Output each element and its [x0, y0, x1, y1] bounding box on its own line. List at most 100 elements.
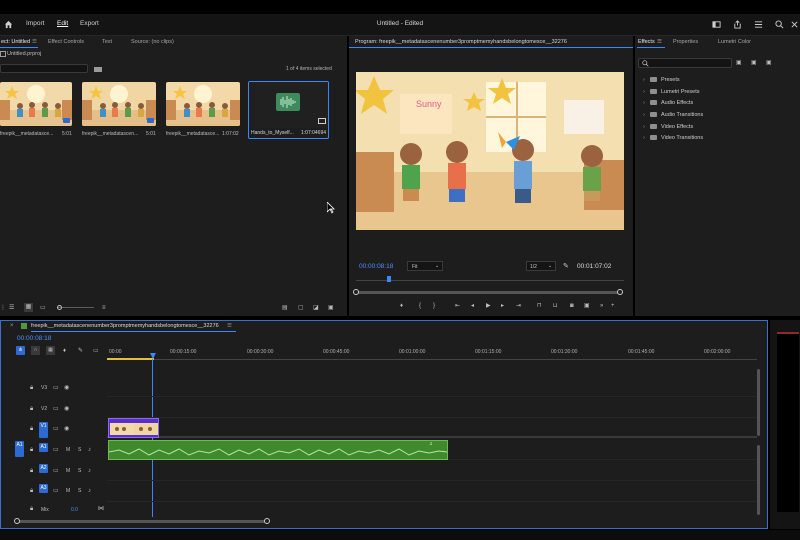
resolution-dropdown[interactable]: 1/2 ⌄ [526, 261, 556, 271]
settings-list-icon[interactable] [754, 20, 763, 29]
microphone-icon[interactable]: ♪ [88, 446, 91, 454]
eye-icon[interactable]: ◉ [64, 425, 69, 433]
accelerated-effects-icon[interactable]: ▣ [736, 59, 742, 67]
tab-project[interactable]: ect: Untitled [1, 39, 30, 45]
mark-out-icon[interactable]: } [433, 302, 435, 310]
track-label-v1[interactable]: V1 [39, 422, 48, 438]
trash-icon[interactable]: ▣ [328, 304, 334, 312]
camera-icon[interactable]: ◙ [570, 302, 574, 310]
sync-lock-icon[interactable]: ▭ [53, 446, 59, 454]
track-v2[interactable] [107, 398, 757, 418]
panel-menu-icon[interactable]: ☰ [227, 323, 232, 329]
effects-item-video-effects[interactable]: › Video Effects [643, 124, 693, 130]
panel-menu-icon[interactable]: ☰ [657, 39, 662, 45]
add-button-icon[interactable]: + [611, 302, 615, 310]
effects-item-lumetri-presets[interactable]: › Lumetri Presets [643, 89, 700, 95]
track-a3[interactable] [107, 482, 757, 502]
video-tracks-vertical-scrollbar[interactable] [757, 369, 760, 436]
captions-icon[interactable]: ▭ [93, 347, 99, 355]
program-zoom-bar[interactable] [357, 291, 623, 294]
sequence-name[interactable]: freepik__metadatascenenumber3promptmemyh… [31, 323, 219, 329]
track-a2[interactable] [107, 461, 757, 481]
track-v3[interactable] [107, 377, 757, 397]
audio-clip[interactable]: ♫ [108, 440, 448, 460]
wrench-icon[interactable]: ✎ [563, 262, 569, 270]
solo-button[interactable]: S [78, 447, 81, 453]
expand-icon[interactable] [790, 20, 799, 29]
effects-item-audio-effects[interactable]: › Audio Effects [643, 100, 693, 106]
lift-icon[interactable]: ⊓ [537, 302, 542, 310]
go-to-out-icon[interactable]: ⇥ [516, 302, 521, 310]
sync-lock-icon[interactable]: ▭ [53, 384, 59, 392]
microphone-icon[interactable]: ♪ [88, 467, 91, 475]
zoom-slider-handle[interactable] [57, 305, 62, 310]
lock-icon[interactable]: 🔒︎ [30, 487, 33, 495]
marker-icon[interactable]: ♦ [63, 347, 66, 355]
effects-search-input[interactable] [638, 58, 732, 68]
compare-icon[interactable]: ▣ [584, 302, 590, 310]
tab-source[interactable]: Source: (no clips) [131, 39, 174, 45]
more-controls-icon[interactable]: » [600, 302, 603, 310]
program-video-frame[interactable]: Sunny [356, 72, 624, 230]
yuv-effects-icon[interactable]: ▣ [766, 59, 772, 67]
zoom-bar-right-handle[interactable] [617, 289, 623, 295]
search-icon[interactable] [775, 20, 784, 29]
clip-thumbnail-4-selected[interactable]: Hands_to_Myself... 1:07:04694 [248, 81, 329, 139]
share-icon[interactable] [733, 20, 742, 29]
lock-icon[interactable]: 🔒︎ [30, 467, 33, 475]
list-view-icon[interactable]: ☰ [9, 304, 14, 312]
track-label-a3[interactable]: A3 [39, 484, 48, 493]
zoom-bar-left-handle[interactable] [353, 289, 359, 295]
effects-item-audio-transitions[interactable]: › Audio Transitions [643, 112, 703, 118]
effects-item-video-transitions[interactable]: › Video Transitions [643, 135, 703, 141]
mark-in-icon[interactable]: { [419, 302, 421, 310]
sync-lock-icon[interactable]: ▭ [53, 405, 59, 413]
step-back-icon[interactable]: ◂ [471, 302, 474, 310]
play-icon[interactable]: ▶ [486, 302, 491, 310]
program-ruler[interactable] [356, 276, 624, 281]
scroll-left-handle[interactable] [14, 518, 20, 524]
lock-icon[interactable]: ⋮ [0, 304, 6, 312]
freeform-view-icon[interactable]: ▭ [40, 304, 46, 312]
timeline-horizontal-scrollbar[interactable] [17, 520, 267, 523]
tab-properties[interactable]: Properties [673, 39, 698, 45]
mute-button[interactable]: M [66, 447, 70, 453]
workspace-icon[interactable] [712, 20, 721, 29]
panel-menu-icon[interactable]: ☰ [32, 39, 37, 45]
mute-button[interactable]: M [66, 468, 70, 474]
automate-icon[interactable]: ▤ [282, 304, 288, 312]
tab-lumetri-color[interactable]: Lumetri Color [718, 39, 751, 45]
icon-view-icon[interactable]: ▦ [24, 303, 33, 312]
linked-selection-icon[interactable]: ∩ [31, 346, 40, 355]
lock-icon[interactable]: 🔒︎ [30, 405, 33, 413]
source-patch-a1[interactable]: A1 [15, 441, 24, 457]
solo-button[interactable]: S [78, 488, 81, 494]
lock-icon[interactable]: 🔒︎ [30, 384, 33, 392]
program-timecode[interactable]: 00:00:08:18 [359, 263, 393, 270]
32bit-effects-icon[interactable]: ▣ [751, 59, 757, 67]
eye-icon[interactable]: ◉ [64, 384, 69, 392]
snap-icon[interactable]: ⋔ [16, 346, 25, 355]
sync-lock-icon[interactable]: ▭ [53, 487, 59, 495]
step-forward-icon[interactable]: ▸ [501, 302, 504, 310]
clip-thumbnail-1[interactable] [0, 82, 72, 126]
extract-icon[interactable]: ⊔ [553, 302, 558, 310]
track-label-a2[interactable]: A2 [39, 464, 48, 473]
timeline-timecode[interactable]: 00:00:08:18 [17, 335, 51, 342]
track-label-v3[interactable]: V3 [41, 385, 47, 391]
sort-icon[interactable]: ≡ [102, 304, 106, 312]
lock-icon[interactable]: 🔒︎ [30, 446, 33, 454]
track-label-v2[interactable]: V2 [41, 406, 47, 412]
sync-lock-icon[interactable]: ▭ [53, 467, 59, 475]
new-item-icon[interactable]: ◪ [313, 304, 319, 312]
sync-lock-icon[interactable]: ▭ [53, 425, 59, 433]
marker-icon[interactable]: ♦ [400, 302, 403, 310]
effects-item-presets[interactable]: › Presets [643, 77, 680, 83]
mix-nav-icon[interactable]: ⋈ [98, 505, 104, 513]
clip-thumbnail-3[interactable] [166, 82, 240, 126]
eye-icon[interactable]: ◉ [64, 405, 69, 413]
track-v1[interactable] [107, 418, 757, 438]
audio-tracks-vertical-scrollbar[interactable] [757, 445, 760, 515]
mix-value[interactable]: 0.0 [71, 507, 78, 513]
go-to-in-icon[interactable]: ⇤ [455, 302, 460, 310]
